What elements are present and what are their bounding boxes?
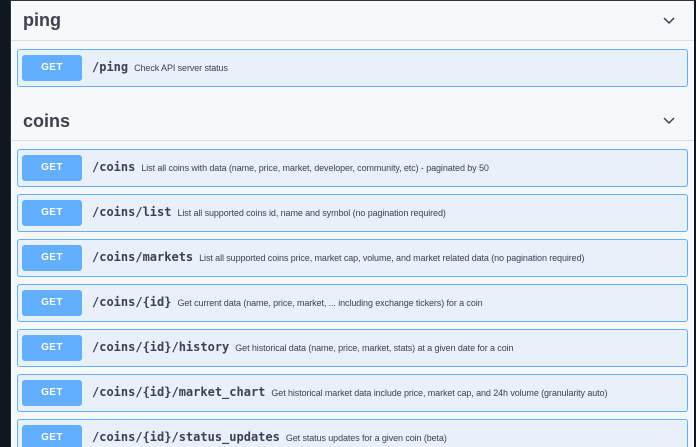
get-method-badge: GET xyxy=(22,200,82,226)
operation-get-coin-market-chart[interactable]: GET /coins/{id}/market_chart Get historic… xyxy=(17,374,688,412)
get-method-badge: GET xyxy=(22,380,82,406)
operation-get-coin-by-id[interactable]: GET /coins/{id} Get current data (name, p… xyxy=(17,284,688,322)
operation-get-ping[interactable]: GET /ping Check API server status xyxy=(17,49,688,87)
operation-path: /coins/list List all supported coins id, … xyxy=(92,205,446,219)
operation-summary: Get current data (name, price, market, .… xyxy=(177,298,483,308)
get-method-badge: GET xyxy=(22,245,82,271)
operation-summary: Check API server status xyxy=(134,63,228,73)
operation-summary: Get historical market data include price… xyxy=(271,388,608,398)
operation-path: /coins/{id}/status_updates Get status upd… xyxy=(92,430,447,444)
operation-path: /coins/markets List all supported coins p… xyxy=(92,250,585,264)
operation-get-coin-status-updates[interactable]: GET /coins/{id}/status_updates Get status… xyxy=(17,419,688,447)
operation-summary: List all supported coins id, name and sy… xyxy=(177,208,446,218)
section-header-coins[interactable]: coins xyxy=(11,99,694,141)
operation-path: /coins/{id}/history Get historical data (… xyxy=(92,340,514,354)
operation-get-coin-history[interactable]: GET /coins/{id}/history Get historical da… xyxy=(17,329,688,367)
operation-summary: List all supported coins price, market c… xyxy=(199,253,585,263)
section-title-ping: ping xyxy=(23,10,61,30)
operation-path: /ping Check API server status xyxy=(92,60,228,74)
operation-path: /coins/{id}/market_chart Get historical m… xyxy=(92,385,608,399)
get-method-badge: GET xyxy=(22,290,82,316)
operation-summary: Get status updates for a given coin (bet… xyxy=(285,433,447,443)
operation-path: /coins/{id} Get current data (name, price… xyxy=(92,295,483,309)
get-method-badge: GET xyxy=(22,425,82,447)
operation-get-coins-list[interactable]: GET /coins/list List all supported coins … xyxy=(17,194,688,232)
get-method-badge: GET xyxy=(22,155,82,181)
operation-get-coins[interactable]: GET /coins List all coins with data (name… xyxy=(17,149,688,187)
api-docs-panel: ping GET /ping Check API server status co… xyxy=(10,0,694,447)
get-method-badge: GET xyxy=(22,55,82,81)
chevron-down-icon[interactable] xyxy=(662,113,676,127)
operation-summary: List all coins with data (name, price, m… xyxy=(141,163,489,173)
get-method-badge: GET xyxy=(22,335,82,361)
section-title-coins: coins xyxy=(23,111,71,131)
operation-path: /coins List all coins with data (name, pr… xyxy=(92,160,489,174)
operation-summary: Get historical data (name, price, market… xyxy=(235,343,514,353)
operation-get-coins-markets[interactable]: GET /coins/markets List all supported coi… xyxy=(17,239,688,277)
section-header-ping[interactable]: ping xyxy=(11,1,694,41)
chevron-down-icon[interactable] xyxy=(662,13,676,27)
